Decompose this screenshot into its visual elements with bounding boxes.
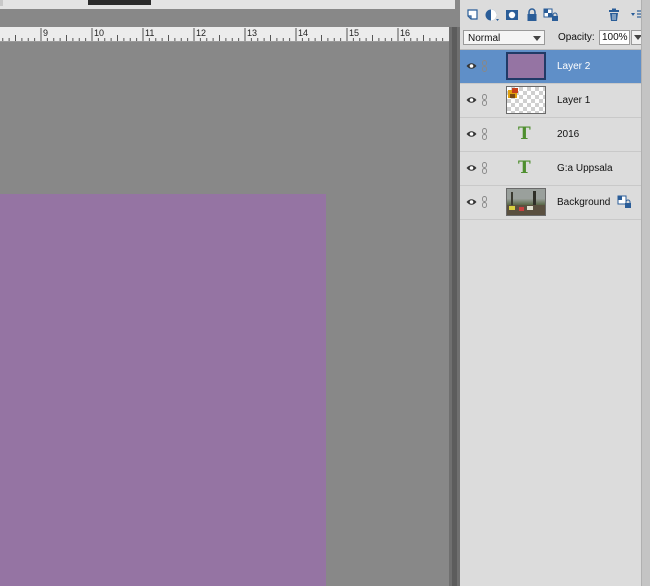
- ruler-label: 16: [400, 28, 411, 38]
- text-layer-icon: T: [518, 158, 531, 178]
- layer-row-layer-1[interactable]: Layer 1: [460, 84, 642, 118]
- link-icon[interactable]: [482, 94, 487, 106]
- ruler-label: 13: [247, 28, 258, 38]
- lock-transparent-icon[interactable]: [542, 6, 560, 24]
- visibility-eye-icon[interactable]: [466, 95, 477, 105]
- horizontal-ruler: 9 10 11 12 13 14 15 16: [0, 27, 449, 42]
- vertical-scrollbar[interactable]: [449, 27, 460, 586]
- blend-mode-select[interactable]: Normal: [463, 30, 545, 45]
- layer-row-2016[interactable]: T 2016: [460, 118, 642, 152]
- layer-name: Layer 1: [557, 95, 591, 106]
- visibility-eye-icon[interactable]: [466, 197, 477, 207]
- ruler-label: 10: [94, 28, 105, 38]
- visibility-eye-icon[interactable]: [466, 61, 477, 71]
- lock-icon[interactable]: [523, 6, 541, 24]
- layer-thumbnail: [506, 52, 546, 80]
- layer-name: 2016: [557, 129, 580, 140]
- layer-row-layer-2[interactable]: Layer 2: [460, 50, 642, 84]
- image-fragment-icon: [508, 88, 518, 98]
- ruler-label: 11: [145, 28, 155, 38]
- visibility-eye-icon[interactable]: [466, 129, 477, 139]
- layer-row-background[interactable]: Background: [460, 186, 642, 220]
- ruler-label: 9: [43, 28, 49, 38]
- opacity-label: Opacity:: [558, 32, 595, 43]
- layer-name: G:a Uppsala: [557, 163, 613, 174]
- ruler-label: 15: [349, 28, 360, 38]
- layers-panel: Normal Opacity: 100% Layer 2 Layer 1 T 2…: [460, 0, 650, 586]
- purple-fill-layer[interactable]: [0, 194, 326, 586]
- opacity-field[interactable]: 100%: [599, 30, 630, 45]
- layer-name: Layer 2: [557, 61, 591, 72]
- layer-thumbnail: [506, 86, 546, 114]
- ruler-label: 14: [298, 28, 309, 38]
- layer-mask-icon[interactable]: [503, 6, 521, 24]
- layer-thumbnail: [506, 188, 546, 216]
- link-icon[interactable]: [482, 162, 487, 174]
- new-layer-icon[interactable]: [464, 6, 482, 24]
- link-icon[interactable]: [482, 196, 487, 208]
- ruler-label: 12: [196, 28, 207, 38]
- scrollbar-track[interactable]: [452, 27, 457, 586]
- layers-list: Layer 2 Layer 1 T 2016 T G:a Uppsala Bac…: [460, 50, 642, 220]
- link-icon[interactable]: [482, 128, 487, 140]
- photo-scene-icon: [507, 189, 545, 215]
- layer-lock-icon[interactable]: [617, 195, 631, 209]
- text-layer-icon: T: [518, 124, 531, 144]
- trash-icon[interactable]: [605, 6, 623, 24]
- ruler-ticks: [2, 28, 444, 41]
- link-icon[interactable]: [482, 60, 487, 72]
- layer-row-ga-uppsala[interactable]: T G:a Uppsala: [460, 152, 642, 186]
- document-canvas[interactable]: [0, 42, 449, 586]
- layer-name: Background: [557, 197, 611, 208]
- document-tab[interactable]: [88, 0, 151, 5]
- tab-marker: [0, 0, 3, 6]
- layers-toolbar: [460, 6, 650, 26]
- adjustment-layer-icon[interactable]: [483, 6, 501, 24]
- blend-mode-value: Normal: [468, 33, 501, 44]
- document-tab-strip: [0, 0, 455, 9]
- blend-opacity-row: Normal Opacity: 100%: [460, 27, 650, 50]
- visibility-eye-icon[interactable]: [466, 163, 477, 173]
- chevron-down-icon: [533, 36, 541, 41]
- editor-window: 9 10 11 12 13 14 15 16 Normal Opacity: 1…: [0, 0, 650, 586]
- panel-edge-scrollbar[interactable]: [641, 0, 650, 586]
